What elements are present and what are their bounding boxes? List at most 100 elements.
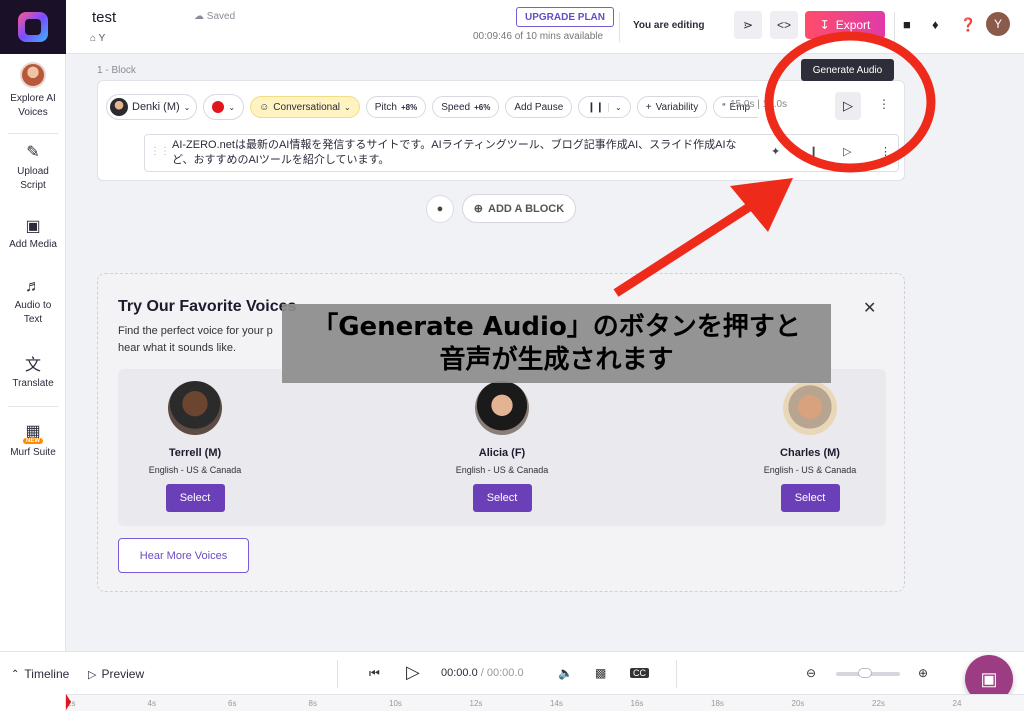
sparkle-icon[interactable]: ✦ bbox=[771, 145, 780, 158]
ruler-tick-label: 22s bbox=[872, 699, 885, 708]
preview-icon: ▷ bbox=[88, 668, 97, 681]
timecode: 00:00.0 / 00:00.0 bbox=[441, 667, 524, 679]
more-icon[interactable]: ⋮ bbox=[880, 145, 891, 158]
murf-logo[interactable] bbox=[0, 0, 66, 54]
hear-more-voices-button[interactable]: Hear More Voices bbox=[118, 538, 249, 573]
record-button[interactable]: ● bbox=[426, 195, 454, 223]
skip-back-icon[interactable]: ⏮ bbox=[369, 666, 380, 681]
project-title[interactable]: test bbox=[92, 9, 116, 26]
cloud-icon: ☁ bbox=[194, 11, 204, 22]
volume-icon[interactable]: 🔈 bbox=[558, 666, 573, 680]
export-label: Export bbox=[835, 18, 871, 32]
language-selector[interactable]: ⌄ bbox=[203, 94, 245, 120]
generate-audio-tooltip: Generate Audio bbox=[801, 59, 894, 81]
topbar-divider bbox=[894, 12, 895, 42]
embed-button[interactable]: <> bbox=[770, 11, 798, 39]
sidebar-item-explore-voices[interactable]: Explore AI Voices bbox=[0, 62, 66, 120]
voice-cards-row: Terrell (M) English - US & Canada Select… bbox=[118, 369, 886, 526]
play-icon: ▷ bbox=[843, 98, 853, 113]
topbar-divider bbox=[619, 12, 620, 42]
ruler-tick-label: 18s bbox=[711, 699, 724, 708]
user-avatar[interactable]: Y bbox=[986, 12, 1010, 36]
total-time: 00:00.0 bbox=[486, 667, 524, 679]
sidebar-item-upload-script[interactable]: ✎ Upload Script bbox=[0, 142, 66, 193]
zoom-in-icon[interactable]: ⊕ bbox=[918, 666, 928, 680]
close-icon[interactable]: ✕ bbox=[863, 298, 876, 318]
play-icon[interactable]: ▷ bbox=[406, 662, 420, 683]
export-button[interactable]: ↧ Export bbox=[805, 11, 885, 39]
favorite-voices-title: Try Our Favorite Voices bbox=[118, 298, 297, 315]
current-time: 00:00.0 bbox=[441, 667, 478, 679]
breadcrumb-label: Y bbox=[98, 33, 106, 44]
chevron-down-icon: ⌄ bbox=[228, 102, 236, 112]
ruler-tick-label: 4s bbox=[147, 699, 156, 708]
add-block-button[interactable]: ⊕ ADD A BLOCK bbox=[462, 194, 576, 223]
block-label: 1 - Block bbox=[97, 65, 136, 76]
plus-circle-icon: ⊕ bbox=[473, 203, 484, 215]
chevron-down-icon: ⌄ bbox=[344, 102, 351, 112]
bell-icon[interactable]: ♦ bbox=[932, 17, 939, 32]
share-button[interactable]: ⋗ bbox=[734, 11, 762, 39]
ruler-tick-label: 24 bbox=[952, 699, 962, 708]
annotation-arrow-head bbox=[730, 178, 793, 232]
bottom-divider bbox=[676, 660, 677, 688]
pause-duration-selector[interactable]: ❙❙ ⌄ bbox=[578, 96, 631, 118]
sidebar-item-translate[interactable]: 文 Translate bbox=[0, 351, 66, 389]
audio-text-icon: ♬ bbox=[25, 278, 41, 295]
voice-card-charles[interactable]: Charles (M) English - US & Canada Select bbox=[730, 381, 890, 512]
sidebar-item-label: Audio to Text bbox=[14, 300, 52, 325]
smiley-icon: ☺ bbox=[259, 101, 270, 113]
chevron-down-icon: ⌄ bbox=[608, 102, 622, 112]
select-voice-button[interactable]: Select bbox=[472, 484, 532, 512]
clapper-icon[interactable]: ▩ bbox=[595, 666, 606, 680]
ruler-tick-label: 12s bbox=[469, 699, 483, 708]
add-pause-label: Add Pause bbox=[514, 101, 564, 113]
drag-handle-icon[interactable]: ⋮⋮ bbox=[150, 146, 170, 157]
voice-photo bbox=[168, 381, 222, 435]
sidebar-item-label: Translate bbox=[12, 378, 54, 389]
captions-icon[interactable]: CC bbox=[630, 668, 649, 678]
comment-icon[interactable]: ■ bbox=[903, 17, 911, 32]
ruler-tick-label: 10s bbox=[389, 699, 402, 708]
select-voice-button[interactable]: Select bbox=[165, 484, 225, 512]
sidebar-item-murf-suite[interactable]: ▦ NEW Murf Suite bbox=[0, 421, 66, 458]
pause-icon: ❙❙ bbox=[587, 101, 605, 113]
voice-name: Alicia (F) bbox=[478, 447, 526, 459]
play-sentence-icon[interactable]: ▷ bbox=[843, 145, 851, 158]
zoom-slider-knob[interactable] bbox=[858, 668, 872, 678]
playhead-marker[interactable] bbox=[66, 694, 71, 710]
help-icon[interactable]: ❓ bbox=[960, 17, 976, 33]
generate-audio-button[interactable]: ▷ bbox=[835, 92, 861, 120]
voice-photo bbox=[475, 381, 529, 435]
voice-avatar bbox=[110, 98, 128, 116]
upgrade-plan-button[interactable]: UPGRADE PLAN bbox=[516, 7, 615, 27]
add-pause-button[interactable]: Add Pause bbox=[505, 96, 573, 118]
share-icon: ⋗ bbox=[742, 18, 754, 32]
voice-selector[interactable]: Denki (M) ⌄ bbox=[106, 94, 198, 120]
voice-card-alicia[interactable]: Alicia (F) English - US & Canada Select bbox=[422, 381, 582, 512]
pitch-control[interactable]: Pitch +8% bbox=[365, 96, 427, 118]
speed-control[interactable]: Speed +6% bbox=[432, 96, 500, 118]
voice-card-terrell[interactable]: Terrell (M) English - US & Canada Select bbox=[115, 381, 275, 512]
new-badge: NEW bbox=[23, 438, 43, 444]
sidebar-item-add-media[interactable]: ▣ Add Media bbox=[0, 216, 66, 250]
timeline-ruler[interactable]: 2s 4s 6s 8s 10s 12s 14s 16s 18s 20s 22s 24 bbox=[66, 694, 1024, 711]
select-voice-button[interactable]: Select bbox=[780, 484, 840, 512]
sidebar-item-label: Upload Script bbox=[17, 166, 49, 191]
breadcrumb[interactable]: ⌂ Y bbox=[90, 33, 105, 44]
mic-icon: ● bbox=[436, 203, 444, 215]
script-text-box[interactable]: ⋮⋮ AI-ZERO.netは最新のAI情報を発信するサイトです。AIライティン… bbox=[144, 134, 899, 172]
variability-button[interactable]: + Variability bbox=[636, 96, 708, 118]
zoom-out-icon[interactable]: ⊖ bbox=[806, 666, 816, 680]
voice-name: Denki (M) bbox=[132, 101, 180, 113]
style-selector[interactable]: ☺ Conversational ⌄ bbox=[250, 96, 360, 118]
preview-button[interactable]: ▷ Preview bbox=[88, 667, 144, 681]
voice-edit-icon[interactable]: ❙ bbox=[809, 145, 818, 158]
voice-avatar-icon bbox=[20, 62, 46, 88]
block-more-icon[interactable]: ⋮ bbox=[878, 97, 890, 111]
voice-name: Charles (M) bbox=[780, 447, 840, 459]
top-bar: test ☁ Saved ⌂ Y UPGRADE PLAN 00:09:46 o… bbox=[66, 0, 1024, 54]
script-text[interactable]: AI-ZERO.netは最新のAI情報を発信するサイトです。AIライティングツー… bbox=[172, 138, 737, 168]
sidebar-item-audio-to-text[interactable]: ♬ Audio to Text bbox=[0, 278, 66, 327]
timeline-toggle[interactable]: ⌃ Timeline bbox=[11, 667, 69, 681]
